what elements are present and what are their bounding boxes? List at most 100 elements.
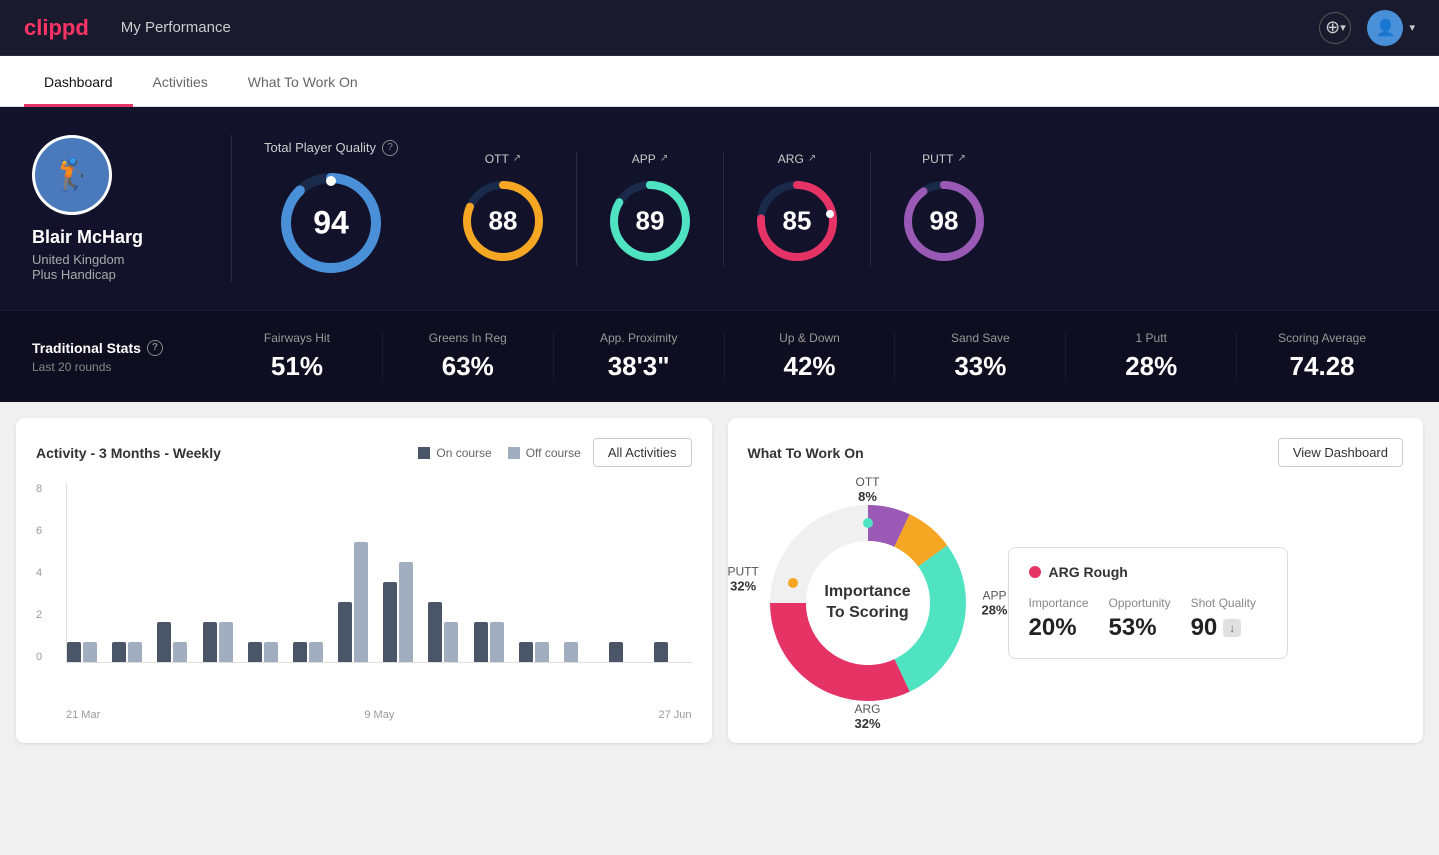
trad-subtitle: Last 20 rounds — [32, 360, 212, 374]
arg-rough-dot — [1029, 566, 1041, 578]
stat-scoring-name: Scoring Average — [1278, 331, 1366, 345]
stat-greens: Greens In Reg 63% — [383, 331, 554, 382]
bar-on-course — [519, 642, 533, 662]
arg-rough-title: ARG Rough — [1029, 564, 1267, 580]
bar-on-course — [293, 642, 307, 662]
putt-value: 98 — [930, 205, 959, 236]
bar-group — [338, 542, 375, 662]
player-name: Blair McHarg — [32, 227, 143, 248]
stat-updown-val: 42% — [783, 351, 835, 382]
work-on-card: What To Work On View Dashboard — [728, 418, 1424, 743]
header: clippd My Performance ⊕ ▾ 👤 ▾ — [0, 0, 1439, 56]
user-chevron-icon: ▾ — [1409, 21, 1415, 34]
legend-on-course-label: On course — [436, 446, 491, 460]
chart-area: 8 6 4 2 0 — [36, 483, 692, 703]
bar-on-course — [67, 642, 81, 662]
stat-sand: Sand Save 33% — [895, 331, 1066, 382]
stat-sand-val: 33% — [954, 351, 1006, 382]
arg-label: ARG ↗ — [778, 152, 816, 166]
stat-1putt-name: 1 Putt — [1136, 331, 1167, 345]
stat-greens-name: Greens In Reg — [429, 331, 507, 345]
tpq-label: Total Player Quality ? — [264, 140, 398, 156]
work-on-content: ImportanceTo Scoring OTT 8% APP 28% ARG — [748, 483, 1404, 723]
trad-label: Traditional Stats ? Last 20 rounds — [32, 340, 212, 374]
ott-trend-icon: ↗ — [513, 153, 521, 164]
bar-group — [383, 562, 420, 662]
player-info: 🏌️ Blair McHarg United Kingdom Plus Hand… — [32, 135, 232, 282]
avatar-icon: 👤 — [1376, 18, 1396, 38]
bar-group — [248, 642, 285, 662]
bar-off-course — [399, 562, 413, 662]
x-label-2: 9 May — [364, 709, 394, 721]
tab-activities[interactable]: Activities — [133, 56, 228, 107]
stat-updown-name: Up & Down — [779, 331, 840, 345]
tab-dashboard[interactable]: Dashboard — [24, 56, 133, 107]
bar-on-course — [157, 622, 171, 662]
tab-what-to-work-on[interactable]: What To Work On — [228, 56, 378, 107]
stat-1putt-val: 28% — [1125, 351, 1177, 382]
bar-group — [564, 642, 601, 662]
sub-score-ott: OTT ↗ 88 — [430, 152, 577, 266]
total-quality-ring: 94 — [276, 168, 386, 278]
donut-center-text: ImportanceTo Scoring — [824, 582, 910, 624]
nav-tabs: Dashboard Activities What To Work On — [0, 56, 1439, 107]
logo: clippd — [24, 15, 89, 41]
opportunity-value: 53% — [1109, 614, 1171, 642]
hero-section: 🏌️ Blair McHarg United Kingdom Plus Hand… — [0, 107, 1439, 310]
bar-off-course — [444, 622, 458, 662]
stat-1putt: 1 Putt 28% — [1066, 331, 1237, 382]
all-activities-button[interactable]: All Activities — [593, 438, 692, 467]
legend-off-course: Off course — [508, 446, 581, 460]
player-avatar: 🏌️ — [32, 135, 112, 215]
bar-off-course — [219, 622, 233, 662]
x-label-1: 21 Mar — [66, 709, 100, 721]
tpq-info-icon[interactable]: ? — [382, 140, 398, 156]
avatar[interactable]: 👤 — [1367, 10, 1403, 46]
chart-bars — [66, 483, 692, 663]
stat-up-down: Up & Down 42% — [725, 331, 896, 382]
ott-value: 88 — [489, 205, 518, 236]
app-ring: 89 — [605, 176, 695, 266]
player-handicap: Plus Handicap — [32, 267, 116, 282]
stat-fairways-val: 51% — [271, 351, 323, 382]
bar-group — [428, 602, 465, 662]
view-dashboard-button[interactable]: View Dashboard — [1278, 438, 1403, 467]
arg-trend-icon: ↗ — [808, 153, 816, 164]
shot-quality-badge: ↓ — [1223, 619, 1241, 637]
ott-ring: 88 — [458, 176, 548, 266]
activity-card-header: Activity - 3 Months - Weekly On course O… — [36, 438, 692, 467]
total-quality-value: 94 — [313, 204, 349, 241]
work-on-title: What To Work On — [748, 445, 1278, 461]
ott-donut-label: OTT 8% — [856, 475, 880, 504]
legend-off-course-label: Off course — [526, 446, 581, 460]
bar-on-course — [428, 602, 442, 662]
user-menu[interactable]: 👤 ▾ — [1367, 10, 1415, 46]
bar-group — [474, 622, 511, 662]
stat-proximity: App. Proximity 38'3" — [554, 331, 725, 382]
bar-on-course — [383, 582, 397, 662]
legend-on-course-dot — [418, 447, 430, 459]
bar-off-course — [564, 642, 578, 662]
putt-ring: 98 — [899, 176, 989, 266]
traditional-stats: Traditional Stats ? Last 20 rounds Fairw… — [0, 310, 1439, 402]
trad-info-icon[interactable]: ? — [147, 340, 163, 356]
x-labels: 21 Mar 9 May 27 Jun — [36, 709, 692, 721]
shot-quality-label: Shot Quality — [1191, 596, 1256, 610]
bar-off-course — [128, 642, 142, 662]
donut-section: ImportanceTo Scoring OTT 8% APP 28% ARG — [748, 483, 988, 723]
total-quality: Total Player Quality ? 94 — [264, 140, 398, 278]
bar-off-course — [535, 642, 549, 662]
stat-proximity-name: App. Proximity — [600, 331, 677, 345]
bar-off-course — [354, 542, 368, 662]
legend-off-course-dot — [508, 447, 520, 459]
bar-group — [112, 642, 149, 662]
player-country: United Kingdom — [32, 252, 125, 267]
sub-score-putt: PUTT ↗ 98 — [871, 152, 1017, 266]
header-right: ⊕ ▾ 👤 ▾ — [1319, 10, 1415, 46]
bar-on-course — [609, 642, 623, 662]
putt-trend-icon: ↗ — [957, 153, 965, 164]
stat-scoring-val: 74.28 — [1290, 351, 1355, 382]
add-button[interactable]: ⊕ ▾ — [1319, 12, 1351, 44]
arg-value: 85 — [783, 205, 812, 236]
bar-off-course — [173, 642, 187, 662]
